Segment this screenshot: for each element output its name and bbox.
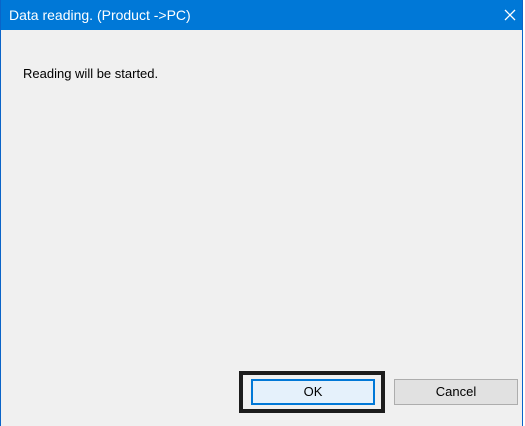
close-icon	[504, 9, 516, 21]
ok-highlight-frame: OK	[239, 371, 385, 413]
dialog-window: Data reading. (Product ->PC) Reading wil…	[0, 0, 523, 426]
cancel-button[interactable]: Cancel	[394, 379, 518, 405]
ok-button[interactable]: OK	[251, 379, 375, 405]
title-bar[interactable]: Data reading. (Product ->PC)	[1, 0, 522, 30]
window-title: Data reading. (Product ->PC)	[9, 7, 191, 23]
close-button[interactable]	[496, 0, 522, 30]
dialog-message: Reading will be started.	[23, 66, 159, 81]
